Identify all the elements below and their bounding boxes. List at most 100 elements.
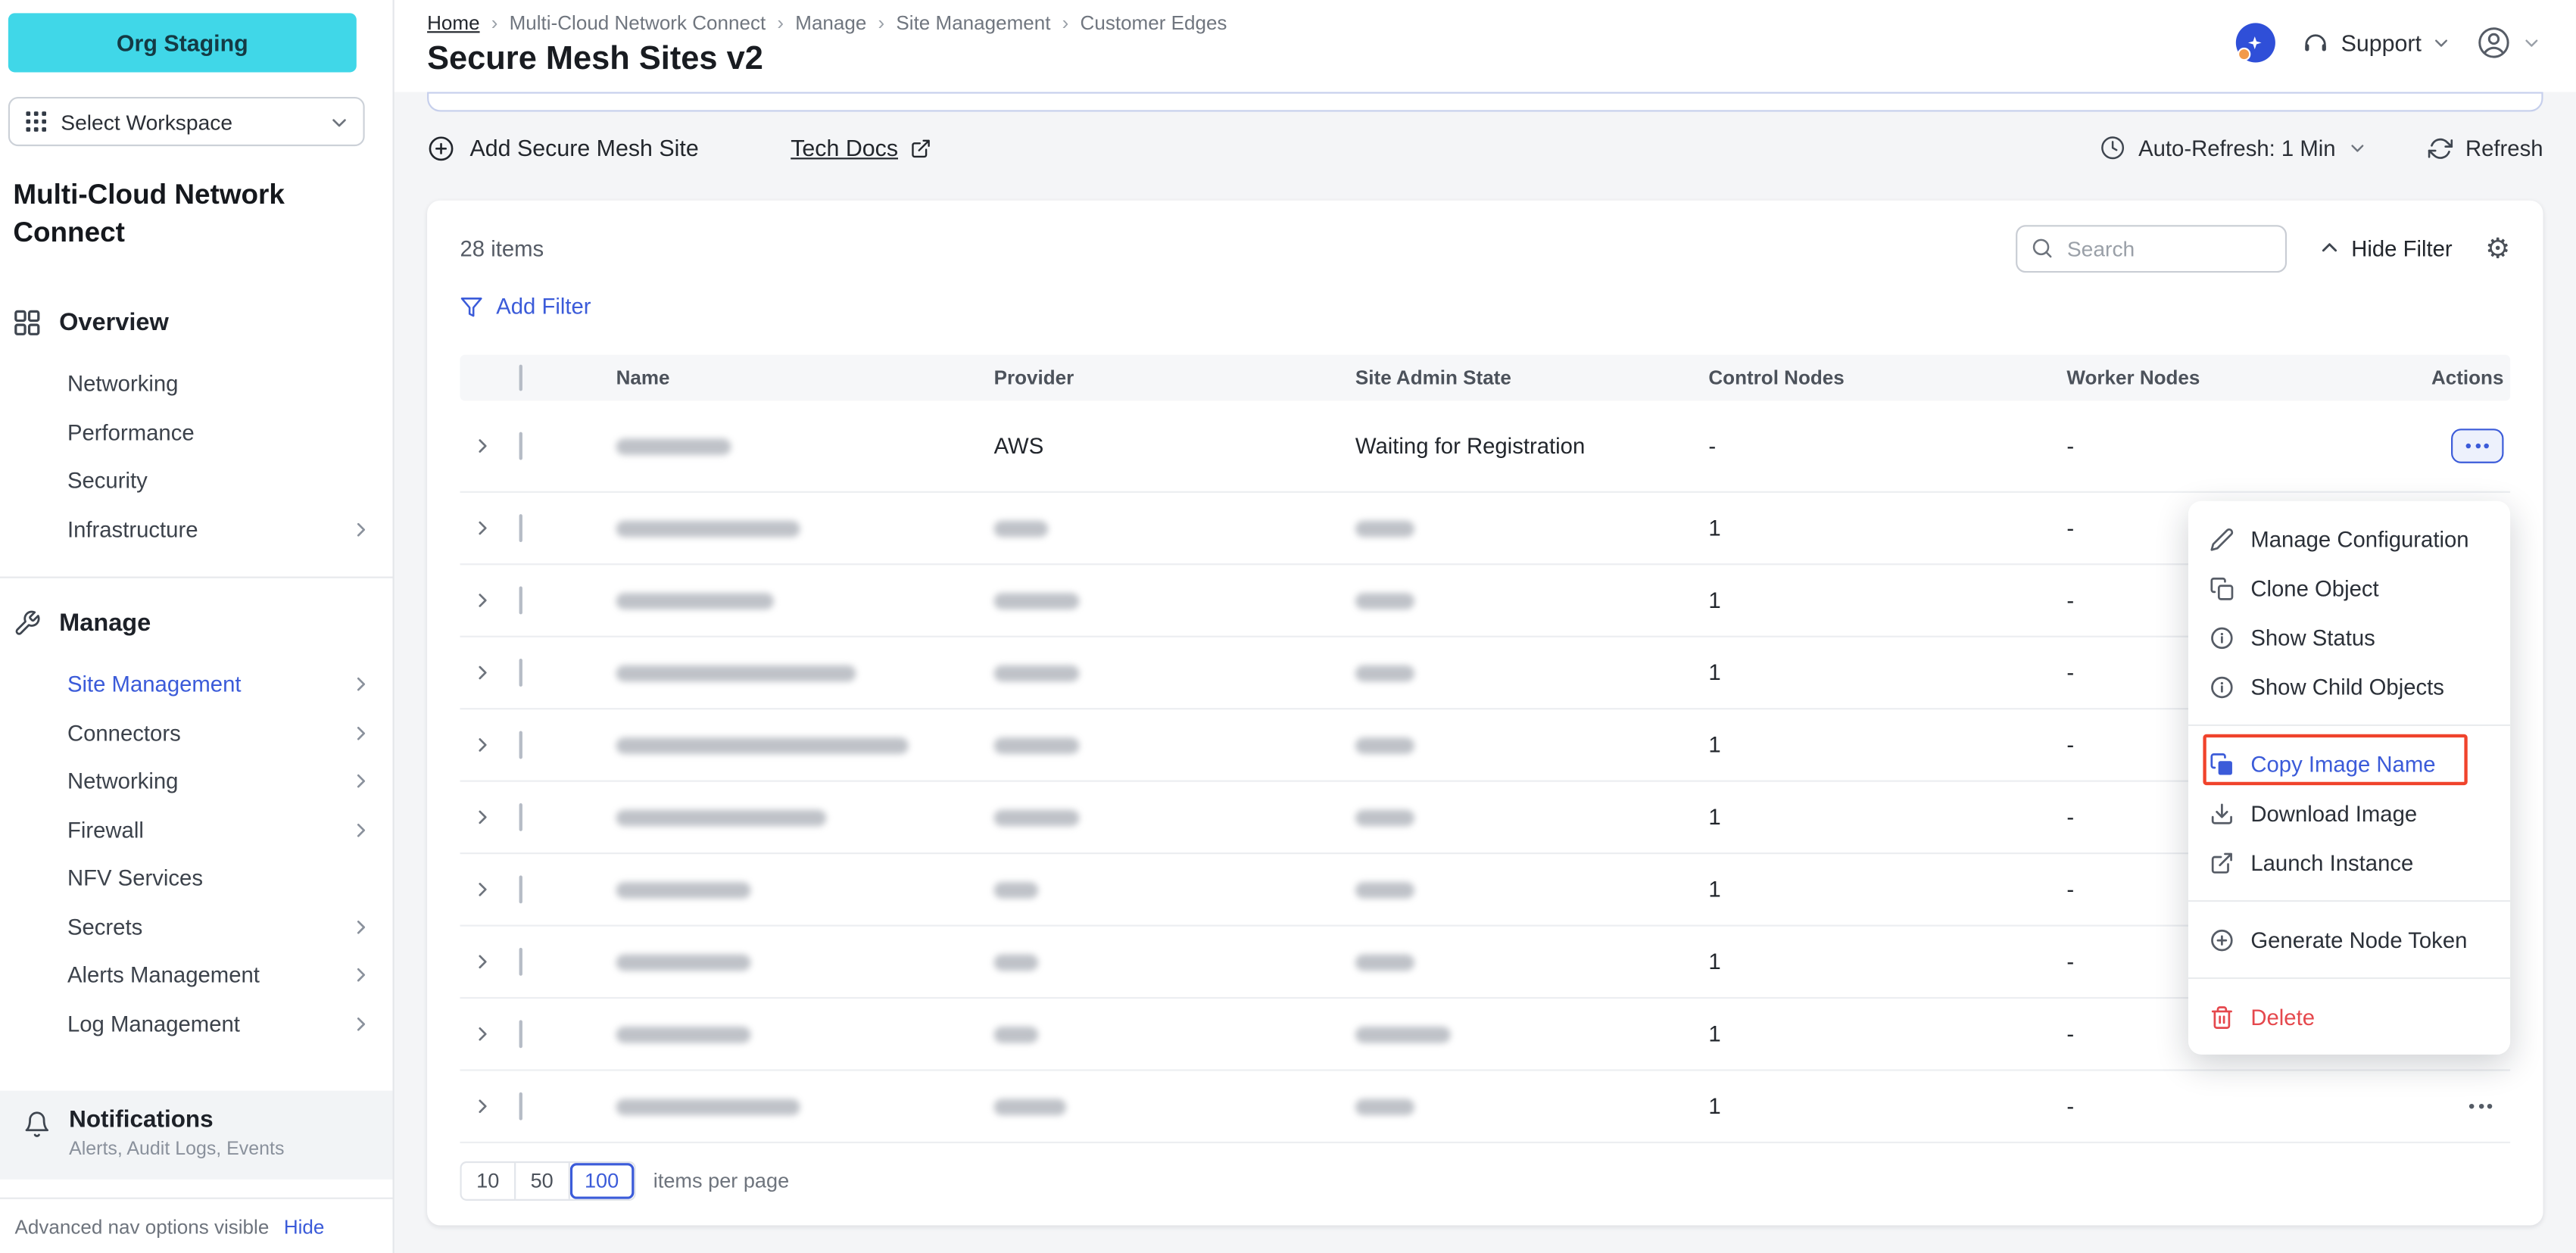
- breadcrumb-customer-edges: Customer Edges: [1081, 11, 1227, 34]
- row-expand-chevron[interactable]: [460, 952, 509, 971]
- chevron-right-icon: [351, 675, 370, 694]
- wrench-icon: [13, 609, 41, 637]
- row-checkbox[interactable]: [519, 587, 522, 615]
- breadcrumb-site-management[interactable]: Site Management: [896, 11, 1050, 34]
- menu-item-label: Launch Instance: [2250, 850, 2413, 875]
- notifications-panel[interactable]: Notifications Alerts, Audit Logs, Events: [0, 1091, 393, 1180]
- sidebar-item-security[interactable]: Security: [0, 457, 393, 505]
- sidebar-item-secrets[interactable]: Secrets: [0, 902, 393, 951]
- row-expand-chevron[interactable]: [460, 881, 509, 899]
- sidebar-item-site-management[interactable]: Site Management: [0, 660, 393, 709]
- row-checkbox[interactable]: [519, 803, 522, 831]
- row-expand-chevron[interactable]: [460, 591, 509, 609]
- cell-provider: [994, 805, 1355, 830]
- sidebar-item-log-management[interactable]: Log Management: [0, 999, 393, 1048]
- pencil-icon: [2210, 526, 2235, 551]
- menu-item-manage-configuration[interactable]: Manage Configuration: [2188, 514, 2510, 563]
- chevron-down-icon: [2349, 139, 2365, 156]
- org-staging-button[interactable]: Org Staging: [8, 13, 357, 72]
- column-worker-nodes: Worker Nodes: [2066, 366, 2362, 389]
- row-expand-chevron[interactable]: [460, 736, 509, 754]
- sidebar-item-firewall[interactable]: Firewall: [0, 806, 393, 854]
- cell-control-nodes: 1: [1708, 588, 2066, 613]
- cell-provider: [994, 733, 1355, 758]
- menu-item-download-image[interactable]: Download Image: [2188, 788, 2510, 837]
- assistant-badge-icon[interactable]: [2236, 23, 2275, 62]
- launch-external-icon: [2210, 850, 2235, 875]
- header-actions: Support: [2236, 23, 2540, 62]
- sidebar-item-performance[interactable]: Performance: [0, 408, 393, 457]
- toolbar-right: Auto-Refresh: 1 Min Refresh: [2099, 135, 2543, 161]
- breadcrumb-manage[interactable]: Manage: [795, 11, 866, 34]
- cell-provider: AWS: [994, 434, 1355, 459]
- cell-control-nodes: -: [1708, 434, 2066, 459]
- sidebar-item-networking[interactable]: Networking: [0, 360, 393, 408]
- nav-section-overview[interactable]: Overview: [0, 304, 393, 340]
- add-filter-button[interactable]: Add Filter: [460, 294, 591, 319]
- menu-item-show-status[interactable]: Show Status: [2188, 612, 2510, 662]
- search-input[interactable]: [2016, 224, 2288, 272]
- row-expand-chevron[interactable]: [460, 808, 509, 826]
- row-expand-chevron[interactable]: [460, 437, 509, 455]
- row-checkbox[interactable]: [519, 875, 522, 903]
- menu-item-clone-object[interactable]: Clone Object: [2188, 563, 2510, 612]
- column-actions: Actions: [2431, 366, 2510, 389]
- nav-section-manage[interactable]: Manage: [0, 604, 393, 641]
- page-size-100[interactable]: 100: [569, 1163, 633, 1199]
- sidebar-item-alerts-management[interactable]: Alerts Management: [0, 951, 393, 999]
- workspace-selector[interactable]: Select Workspace: [8, 97, 365, 146]
- row-checkbox[interactable]: [519, 1020, 522, 1048]
- bell-icon: [23, 1111, 51, 1139]
- trash-icon: [2210, 1005, 2235, 1030]
- cell-name: [616, 434, 994, 459]
- menu-item-label: Show Status: [2250, 625, 2375, 650]
- row-actions-button[interactable]: [2451, 429, 2503, 463]
- row-expand-chevron[interactable]: [460, 1025, 509, 1043]
- download-icon: [2210, 801, 2235, 826]
- support-menu[interactable]: Support: [2302, 29, 2450, 57]
- menu-item-copy-image-name[interactable]: Copy Image Name: [2188, 739, 2510, 788]
- menu-item-delete[interactable]: Delete: [2188, 992, 2510, 1041]
- menu-item-label: Copy Image Name: [2250, 752, 2435, 777]
- menu-item-generate-node-token[interactable]: Generate Node Token: [2188, 915, 2510, 964]
- refresh-button[interactable]: Refresh: [2428, 136, 2543, 161]
- auto-refresh-label: Auto-Refresh: 1 Min: [2138, 136, 2335, 161]
- row-expand-chevron[interactable]: [460, 1097, 509, 1115]
- row-checkbox[interactable]: [519, 948, 522, 976]
- row-checkbox[interactable]: [519, 432, 522, 460]
- hide-nav-link[interactable]: Hide: [284, 1214, 325, 1237]
- app-root: Org Staging Select Workspace Multi-Cloud…: [0, 0, 2576, 1253]
- hide-filter-toggle[interactable]: Hide Filter: [2320, 235, 2453, 260]
- breadcrumb-mcn[interactable]: Multi-Cloud Network Connect: [510, 11, 766, 34]
- sidebar-item-connectors[interactable]: Connectors: [0, 709, 393, 757]
- menu-item-show-child-objects[interactable]: Show Child Objects: [2188, 662, 2510, 711]
- breadcrumb-home[interactable]: Home: [427, 11, 479, 34]
- auto-refresh-dropdown[interactable]: Auto-Refresh: 1 Min: [2099, 135, 2365, 161]
- user-menu[interactable]: [2476, 25, 2540, 61]
- tech-docs-link[interactable]: Tech Docs: [791, 135, 931, 161]
- row-expand-chevron[interactable]: [460, 519, 509, 538]
- sidebar-item-nfv-services[interactable]: NFV Services: [0, 854, 393, 902]
- sidebar-item-networking-manage[interactable]: Networking: [0, 757, 393, 806]
- sidebar-item-label: Secrets: [67, 915, 142, 940]
- row-checkbox[interactable]: [519, 659, 522, 687]
- select-all-checkbox[interactable]: [519, 365, 522, 391]
- cell-control-nodes: 1: [1708, 805, 2066, 830]
- table-header-right: Hide Filter ⚙: [2016, 224, 2511, 272]
- row-expand-chevron[interactable]: [460, 664, 509, 682]
- add-secure-mesh-site-button[interactable]: Add Secure Mesh Site: [427, 134, 699, 162]
- sidebar-item-infrastructure[interactable]: Infrastructure: [0, 505, 393, 553]
- table-settings-gear-icon[interactable]: ⚙: [2485, 234, 2510, 262]
- row-actions-button[interactable]: [2458, 1089, 2504, 1124]
- manage-items: Site Management Connectors Networking Fi…: [0, 660, 393, 1048]
- sidebar-item-label: Security: [67, 469, 148, 494]
- menu-item-launch-instance[interactable]: Launch Instance: [2188, 837, 2510, 887]
- row-checkbox[interactable]: [519, 514, 522, 542]
- items-per-page-label: items per page: [653, 1170, 789, 1192]
- page-size-10[interactable]: 10: [462, 1163, 516, 1199]
- row-checkbox[interactable]: [519, 731, 522, 759]
- sidebar-item-label: Log Management: [67, 1011, 240, 1036]
- page-size-50[interactable]: 50: [516, 1163, 569, 1199]
- menu-item-label: Download Image: [2250, 801, 2417, 826]
- row-checkbox[interactable]: [519, 1092, 522, 1121]
